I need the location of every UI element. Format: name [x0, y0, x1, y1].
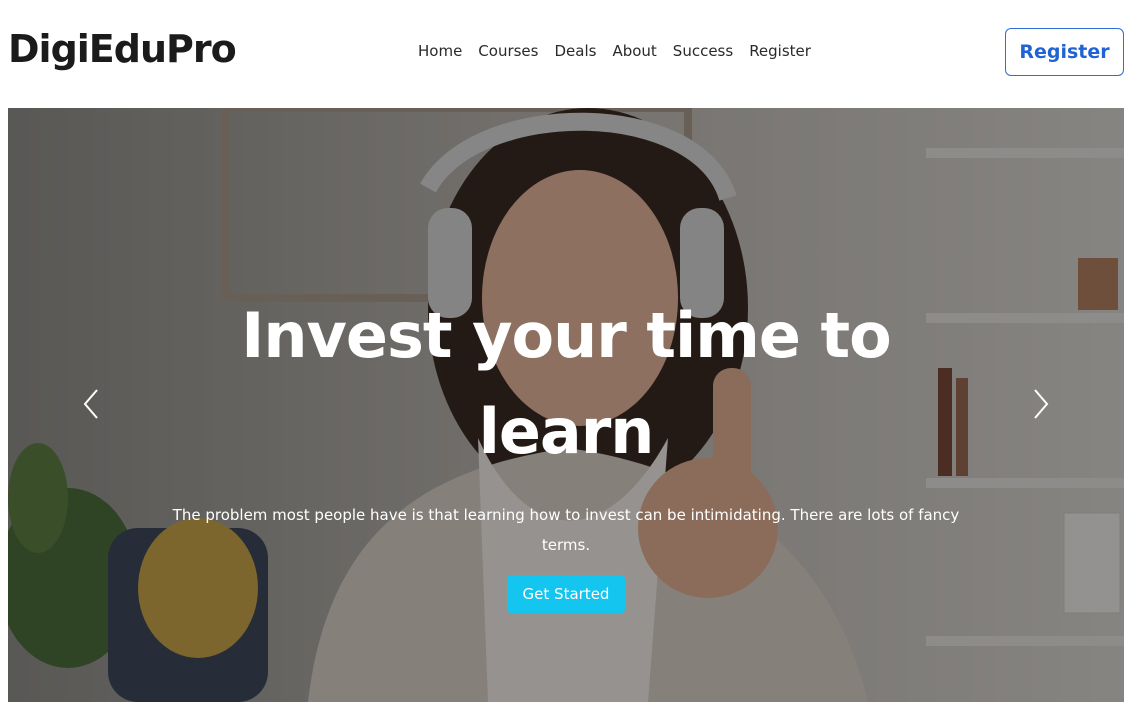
hero-description: The problem most people have is that lea… — [172, 506, 960, 554]
hero-carousel: Invest your time to learn The problem mo… — [8, 108, 1124, 702]
nav-courses[interactable]: Courses — [478, 40, 538, 62]
chevron-left-icon — [83, 389, 98, 419]
chevron-right-icon — [1034, 389, 1049, 419]
nav-about[interactable]: About — [612, 40, 656, 62]
logo[interactable]: DigiEduPro — [8, 25, 237, 73]
nav-deals[interactable]: Deals — [554, 40, 596, 62]
site-header: DigiEduPro Home Courses Deals About Succ… — [0, 0, 1137, 108]
get-started-button[interactable]: Get Started — [507, 575, 625, 613]
carousel-prev-button[interactable] — [77, 386, 107, 422]
main-nav: Home Courses Deals About Success Registe… — [418, 40, 811, 62]
hero-title: Invest your time to learn — [241, 299, 891, 468]
register-button[interactable]: Register — [1005, 28, 1124, 76]
carousel-next-button[interactable] — [1025, 386, 1055, 422]
nav-home[interactable]: Home — [418, 40, 462, 62]
nav-register[interactable]: Register — [749, 40, 811, 62]
nav-success[interactable]: Success — [673, 40, 733, 62]
